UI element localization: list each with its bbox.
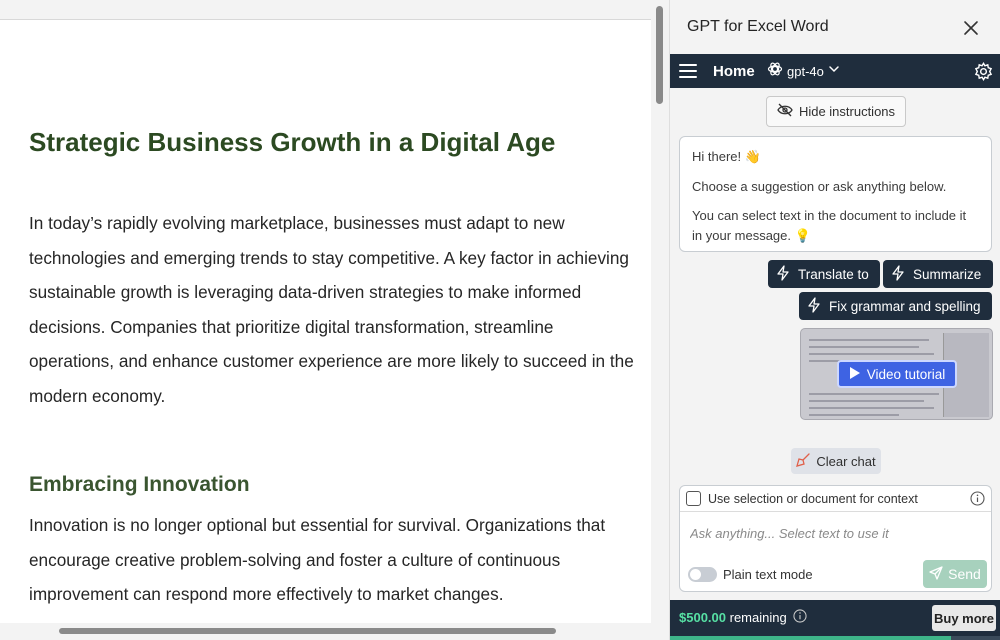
info-icon[interactable] <box>793 609 807 626</box>
message-text: Choose a suggestion or ask anything belo… <box>692 179 947 194</box>
lightning-icon <box>776 264 790 284</box>
credit-text: remaining <box>729 610 787 625</box>
hide-instructions-label: Hide instructions <box>798 104 896 119</box>
context-row: Use selection or document for context <box>680 486 991 512</box>
chat-composer: Use selection or document for context Pl… <box>679 485 992 592</box>
clear-chat-button[interactable]: Clear chat <box>791 448 881 474</box>
suggestion-label: Translate to <box>798 266 869 282</box>
video-tutorial-label: Video tutorial <box>866 366 946 382</box>
model-selector[interactable]: gpt-4o <box>767 62 840 80</box>
send-button[interactable]: Send <box>923 560 987 588</box>
send-icon <box>929 565 943 583</box>
vertical-scrollbar[interactable] <box>656 6 663 104</box>
translate-suggestion-button[interactable]: Translate to <box>768 260 880 288</box>
gear-icon[interactable] <box>974 62 993 81</box>
hamburger-menu-icon[interactable] <box>678 62 698 80</box>
message-greeting: Hi there! 👋 <box>692 149 761 164</box>
context-label: Use selection or document for context <box>708 492 918 506</box>
plain-text-label: Plain text mode <box>723 567 813 582</box>
broom-icon <box>796 452 811 470</box>
chat-input[interactable] <box>690 522 980 544</box>
horizontal-scrollbar[interactable] <box>59 628 556 634</box>
credit-progress-bar <box>670 636 1000 640</box>
buy-more-button[interactable]: Buy more <box>932 605 996 631</box>
context-checkbox[interactable] <box>686 491 701 506</box>
document-paragraph: In today’s rapidly evolving marketplace,… <box>29 213 634 406</box>
model-label: gpt-4o <box>787 63 824 79</box>
assistant-message: Hi there! 👋 Choose a suggestion or ask a… <box>679 136 992 252</box>
summarize-suggestion-button[interactable]: Summarize <box>883 260 993 288</box>
message-text: You can select text in the document to i… <box>692 208 967 243</box>
chevron-down-icon <box>828 62 840 80</box>
document-paragraph: Innovation is no longer optional but ess… <box>29 515 606 604</box>
video-tutorial-button[interactable]: Video tutorial <box>837 360 957 388</box>
close-icon[interactable] <box>960 17 982 39</box>
send-label: Send <box>948 566 981 582</box>
lightning-icon <box>807 296 821 316</box>
plain-text-toggle[interactable] <box>688 567 717 582</box>
play-icon <box>849 366 861 383</box>
video-tutorial-thumbnail[interactable]: Video tutorial <box>800 328 993 420</box>
credit-footer: $500.00 remaining Buy more <box>670 600 1000 640</box>
document-area: Strategic Business Growth in a Digital A… <box>0 0 669 640</box>
document-page[interactable]: Strategic Business Growth in a Digital A… <box>0 19 651 623</box>
credit-progress-fill <box>670 636 952 640</box>
suggestion-label: Summarize <box>913 266 982 282</box>
suggestion-label: Fix grammar and spelling <box>829 298 981 314</box>
top-navbar: Home gpt-4o <box>670 54 1000 88</box>
credit-amount: $500.00 <box>679 610 726 625</box>
document-title: Strategic Business Growth in a Digital A… <box>29 127 556 157</box>
info-icon[interactable] <box>970 491 985 506</box>
nav-home[interactable]: Home <box>713 63 755 80</box>
hide-instructions-button[interactable]: Hide instructions <box>766 96 906 127</box>
fix-grammar-suggestion-button[interactable]: Fix grammar and spelling <box>799 292 992 320</box>
panel-title: GPT for Excel Word <box>687 18 829 35</box>
toggle-knob <box>690 569 701 580</box>
clear-chat-label: Clear chat <box>816 453 876 469</box>
lightning-icon <box>891 264 905 284</box>
credit-status: $500.00 remaining <box>679 609 807 626</box>
openai-logo-icon <box>767 61 783 82</box>
eye-off-icon <box>777 103 793 120</box>
addin-panel: GPT for Excel Word Home gpt-4o Hide inst… <box>669 0 1000 640</box>
document-heading: Embracing Innovation <box>29 473 250 496</box>
